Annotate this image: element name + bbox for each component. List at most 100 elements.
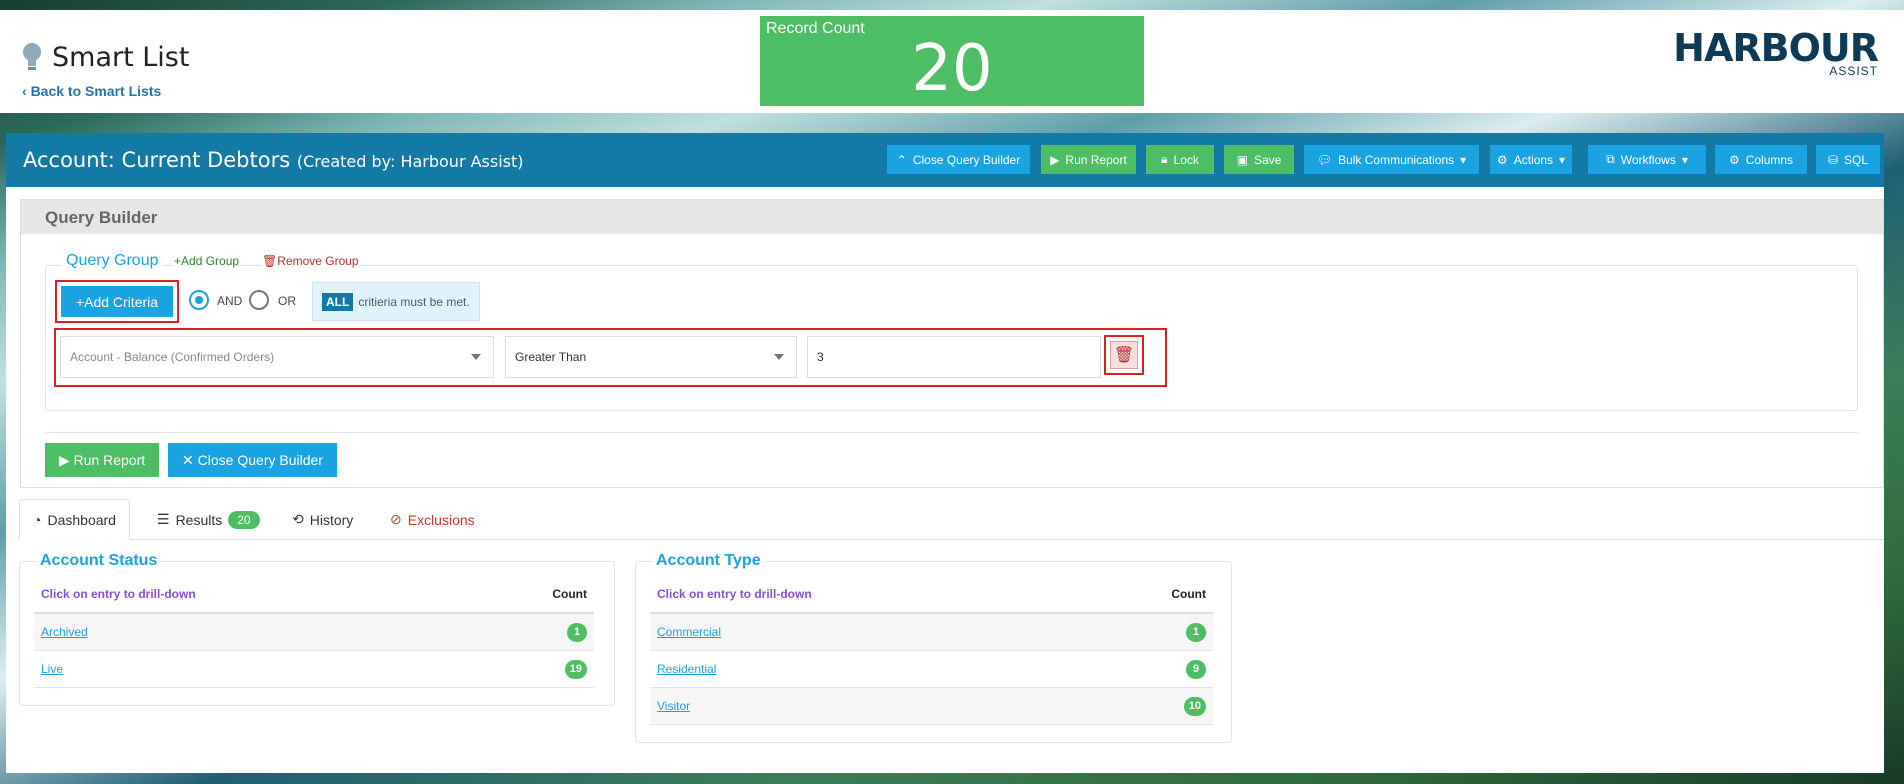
type-link-commercial[interactable]: Commercial [657, 625, 721, 639]
close-query-builder-button[interactable]: ⌃ Close Query Builder [887, 145, 1030, 174]
add-criteria-button[interactable]: +Add Criteria [61, 286, 173, 317]
count-badge: 19 [564, 659, 587, 679]
account-status-title: Account Status [37, 552, 161, 570]
harbour-assist-logo: HARBOUR ASSIST [1673, 26, 1882, 78]
sql-label: SQL [1844, 152, 1869, 167]
criteria-row-highlight: Account - Balance (Confirmed Orders) Gre… [54, 328, 1167, 387]
tab-results[interactable]: ☰ Results 20 [144, 499, 273, 540]
workflows-label: Workflows [1620, 152, 1676, 167]
or-radio[interactable] [249, 290, 269, 310]
type-link-residential[interactable]: Residential [657, 662, 716, 676]
or-label: OR [278, 294, 296, 308]
query-builder-header [21, 200, 1883, 234]
criteria-field-value: Account - Balance (Confirmed Orders) [70, 350, 275, 364]
lock-icon: 🔒︎ [1161, 152, 1168, 166]
criteria-operator-select[interactable]: Greater Than [505, 336, 797, 378]
status-link-archived[interactable]: Archived [41, 625, 88, 639]
table-row: Commercial 1 [650, 614, 1213, 651]
chat-icon: 💬︎ [1316, 152, 1333, 167]
record-count-value: 20 [911, 32, 993, 106]
sql-button[interactable]: ⛁ SQL [1816, 145, 1880, 174]
bulk-communications-label: Bulk Communications [1338, 152, 1455, 167]
type-link-visitor[interactable]: Visitor [657, 699, 690, 713]
actions-button[interactable]: ⚙ Actions ▾ [1490, 145, 1572, 174]
criteria-field-select[interactable]: Account - Balance (Confirmed Orders) [60, 336, 494, 378]
back-link-label: Back to Smart Lists [30, 83, 162, 99]
run-report-button-bottom[interactable]: ▶ Run Report [45, 443, 159, 477]
save-button[interactable]: ▣ Save [1224, 145, 1294, 174]
query-builder-title: Query Builder [45, 208, 158, 227]
and-radio[interactable] [189, 290, 209, 310]
smart-list-title: Account: Current Debtors [23, 148, 291, 172]
table-row: Residential 9 [650, 651, 1213, 688]
criteria-value-input[interactable]: 3 [807, 336, 1101, 378]
trash-icon: 🗑︎ [1113, 347, 1135, 364]
workflows-button[interactable]: ⧉ Workflows ▾ [1588, 145, 1706, 174]
count-badge: 9 [1186, 659, 1206, 679]
divider [45, 432, 1858, 433]
table-header: Click on entry to drill-down Count [650, 576, 1213, 614]
save-label: Save [1253, 152, 1282, 167]
workflow-icon: ⧉ [1606, 152, 1615, 166]
columns-label: Columns [1745, 152, 1794, 167]
save-icon: ▣ [1236, 152, 1248, 167]
delete-criteria-highlight: 🗑︎ [1104, 335, 1144, 375]
lock-button[interactable]: 🔒︎ Lock [1146, 145, 1214, 174]
criteria-hint: ALL critieria must be met. [312, 282, 480, 321]
add-group-link[interactable]: +Add Group [174, 254, 240, 268]
count-badge: 1 [567, 622, 587, 642]
actions-icon: ⚙ [1496, 152, 1508, 167]
all-badge: ALL [322, 292, 354, 311]
columns-button[interactable]: ⚙ Columns [1715, 145, 1807, 174]
table-header: Click on entry to drill-down Count [34, 576, 594, 614]
actions-label: Actions [1513, 152, 1554, 167]
add-criteria-highlight: +Add Criteria [55, 280, 179, 323]
run-report-button[interactable]: ▶ Run Report [1041, 145, 1136, 174]
count-header: Count [552, 587, 587, 601]
bulk-communications-button[interactable]: 💬︎ Bulk Communications ▾ [1304, 145, 1479, 174]
remove-group-label: Remove Group [277, 254, 359, 268]
gear-icon: ⚙ [1728, 152, 1740, 167]
list-icon: ☰ [157, 511, 170, 527]
tab-history[interactable]: ⟲ History [279, 499, 366, 540]
status-link-live[interactable]: Live [41, 662, 63, 676]
lock-label: Lock [1173, 152, 1199, 167]
drill-down-header: Click on entry to drill-down [657, 587, 812, 601]
criteria-value-text: 3 [817, 350, 824, 364]
delete-criteria-button[interactable]: 🗑︎ [1110, 341, 1138, 369]
add-criteria-label: Add Criteria [84, 293, 159, 310]
close-query-builder-button-bottom[interactable]: ✕ Close Query Builder [168, 443, 337, 477]
criteria-hint-text: critieria must be met. [358, 294, 470, 309]
history-icon: ⟲ [292, 511, 304, 527]
play-icon: ▶ [58, 451, 74, 468]
run-report-label: Run Report [73, 451, 146, 468]
count-badge: 10 [1183, 696, 1206, 716]
drill-down-header: Click on entry to drill-down [41, 587, 196, 601]
add-group-label: Add Group [181, 254, 240, 268]
page-title: Smart List [52, 42, 190, 73]
close-query-builder-label: Close Query Builder [912, 152, 1021, 167]
caret-down-icon [471, 354, 481, 360]
record-count-box: Record Count 20 [760, 16, 1144, 106]
chevron-left-icon: ‹ [22, 83, 31, 99]
dashboard-icon: ◔ [33, 511, 42, 528]
close-icon: ✕ [182, 451, 198, 468]
back-to-smart-lists-link[interactable]: ‹ Back to Smart Lists [22, 83, 161, 99]
close-query-builder-label: Close Query Builder [197, 451, 323, 468]
caret-down-icon: ▾ [1559, 152, 1566, 167]
chevron-up-icon: ⌃ [896, 152, 907, 167]
account-status-table: Click on entry to drill-down Count Archi… [34, 576, 594, 688]
plus-icon: + [174, 254, 182, 268]
lightbulb-icon [23, 43, 41, 70]
tab-dashboard[interactable]: ◔ Dashboard [19, 499, 130, 540]
database-icon: ⛁ [1827, 152, 1839, 167]
smart-list-name: Account: Current Debtors (Created by: Ha… [23, 148, 524, 172]
tab-exclusions[interactable]: ⊘ Exclusions [377, 499, 488, 540]
run-report-label: Run Report [1065, 152, 1127, 167]
play-icon: ▶ [1050, 152, 1060, 167]
remove-group-link[interactable]: 🗑︎Remove Group [262, 254, 359, 268]
table-row: Live 19 [34, 651, 594, 688]
plus-icon: + [75, 293, 85, 310]
caret-down-icon: ▾ [1460, 152, 1467, 167]
tab-results-label: Results [175, 511, 223, 528]
